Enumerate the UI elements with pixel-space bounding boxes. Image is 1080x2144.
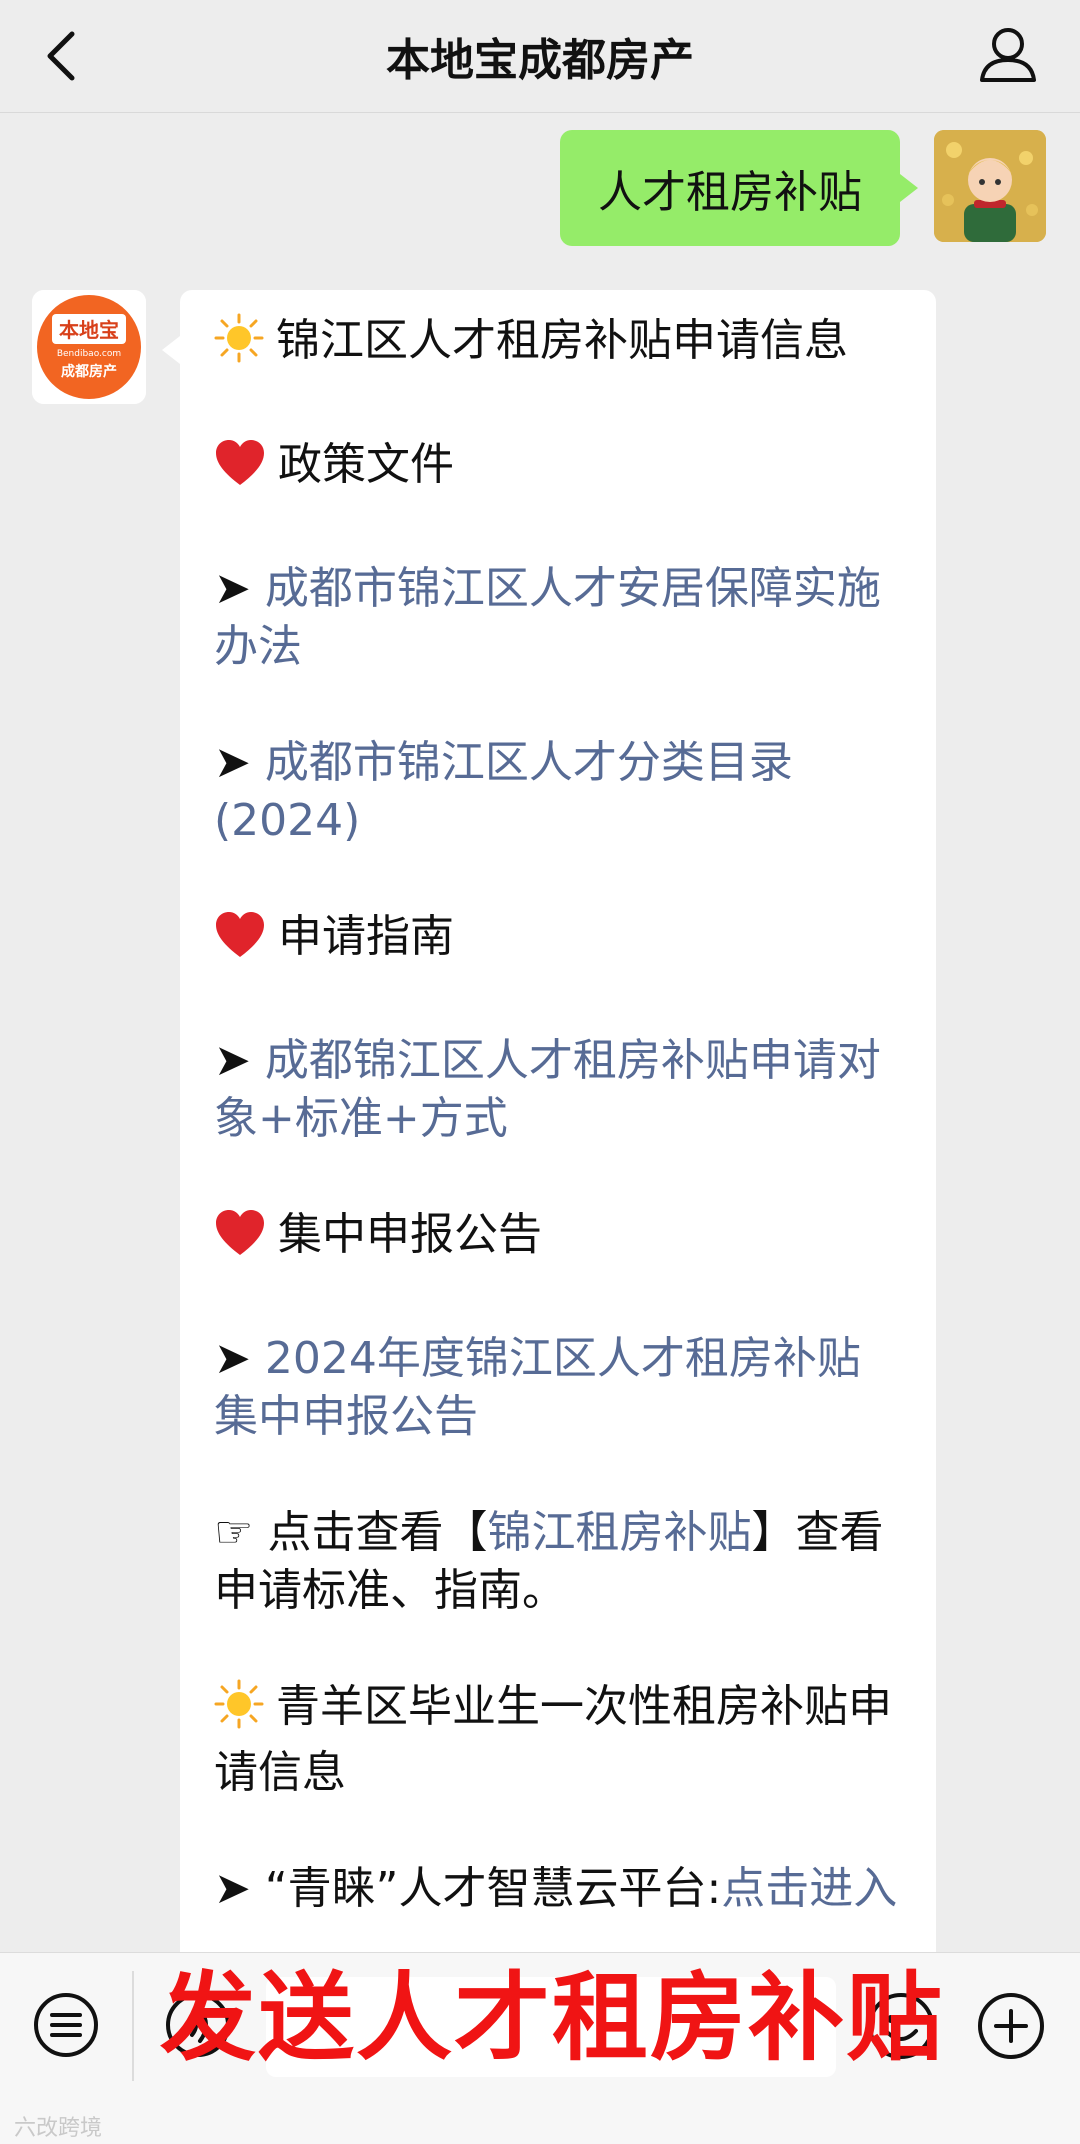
heart-icon	[214, 1209, 266, 1272]
platform-link[interactable]: 点击进入	[721, 1863, 897, 1914]
chat-header: 本地宝成都房产	[0, 0, 1080, 113]
received-message-bubble[interactable]: 锦江区人才租房补贴申请信息 政策文件 ➤ 成都市锦江区人才安居保障实施办法 ➤ …	[162, 290, 936, 1952]
platform-text: “青睐”人才智慧云平台:	[264, 1863, 722, 1914]
policy-link-2[interactable]: 成都市锦江区人才分类目录(2024)	[214, 737, 793, 846]
profile-button[interactable]	[976, 22, 1040, 88]
policy-link-row-1: ➤ 成都市锦江区人才安居保障实施办法	[214, 560, 902, 676]
profile-icon	[980, 28, 1036, 82]
menu-button[interactable]	[32, 1991, 100, 2059]
heading-notice-text: 集中申报公告	[278, 1209, 542, 1260]
arrow-icon: ➤	[214, 1333, 251, 1384]
click-view-link[interactable]: 锦江租房补贴	[487, 1507, 751, 1558]
notice-link[interactable]: 2024年度锦江区人才租房补贴集中申报公告	[214, 1333, 861, 1442]
sun-icon	[214, 1679, 264, 1744]
guide-link[interactable]: 成都锦江区人才租房补贴申请对象+标准+方式	[214, 1035, 881, 1144]
logo-domain-text: Bendibao.com	[57, 349, 121, 359]
heading-policy: 政策文件	[214, 436, 902, 502]
policy-link-1[interactable]: 成都市锦江区人才安居保障实施办法	[214, 563, 881, 672]
heading-notice: 集中申报公告	[214, 1206, 902, 1272]
bar-divider	[132, 1971, 134, 2081]
guide-link-row: ➤ 成都锦江区人才租房补贴申请对象+标准+方式	[214, 1032, 902, 1148]
menu-icon	[34, 1993, 98, 2057]
sent-message-text: 人才租房补贴	[598, 167, 862, 218]
click-view-prefix: 点击查看【	[267, 1507, 488, 1558]
arrow-icon: ➤	[214, 737, 251, 788]
pointing-hand-icon: ☞	[214, 1507, 254, 1558]
section-title-jinjiang: 锦江区人才租房补贴申请信息	[214, 312, 902, 378]
section-title-text: 青羊区毕业生一次性租房补贴申请信息	[214, 1681, 892, 1798]
policy-link-row-2: ➤ 成都市锦江区人才分类目录(2024)	[214, 734, 902, 850]
page-title: 本地宝成都房产	[386, 35, 694, 86]
arrow-icon: ➤	[214, 1863, 251, 1914]
watermark: 六改跨境	[14, 2116, 103, 2141]
section-title-text: 锦江区人才租房补贴申请信息	[276, 315, 848, 366]
heart-icon	[214, 911, 266, 974]
chat-area[interactable]: 人才租房补贴 本地宝 Bendibao.com 成都房产 锦江区人才租房补贴申请…	[0, 112, 1080, 1952]
platform-row: ➤ “青睐”人才智慧云平台:点击进入	[214, 1860, 902, 1918]
user-avatar[interactable]	[934, 130, 1046, 242]
more-button[interactable]	[976, 1991, 1046, 2061]
notice-link-row: ➤ 2024年度锦江区人才租房补贴集中申报公告	[214, 1330, 902, 1446]
overlay-caption: 发送人才租房补贴	[160, 1962, 944, 2074]
bendibao-logo: 本地宝 Bendibao.com 成都房产	[32, 290, 146, 404]
click-view-row: ☞ 点击查看【锦江租房补贴】查看申请标准、指南。	[214, 1504, 902, 1620]
arrow-icon: ➤	[214, 563, 251, 614]
heading-policy-text: 政策文件	[278, 439, 454, 490]
heart-icon	[214, 439, 266, 502]
sent-message-bubble[interactable]: 人才租房补贴	[560, 130, 918, 246]
user-avatar-image	[934, 130, 1046, 242]
logo-subtitle-text: 成都房产	[61, 363, 117, 380]
sun-icon	[214, 313, 264, 378]
arrow-icon: ➤	[214, 1035, 251, 1086]
heading-guide-text: 申请指南	[278, 911, 454, 962]
account-avatar[interactable]: 本地宝 Bendibao.com 成都房产	[32, 290, 146, 404]
section-title-qingyang: 青羊区毕业生一次性租房补贴申请信息	[214, 1678, 902, 1802]
plus-icon	[978, 1993, 1044, 2059]
logo-brand-text: 本地宝	[59, 318, 119, 342]
heading-guide: 申请指南	[214, 908, 902, 974]
